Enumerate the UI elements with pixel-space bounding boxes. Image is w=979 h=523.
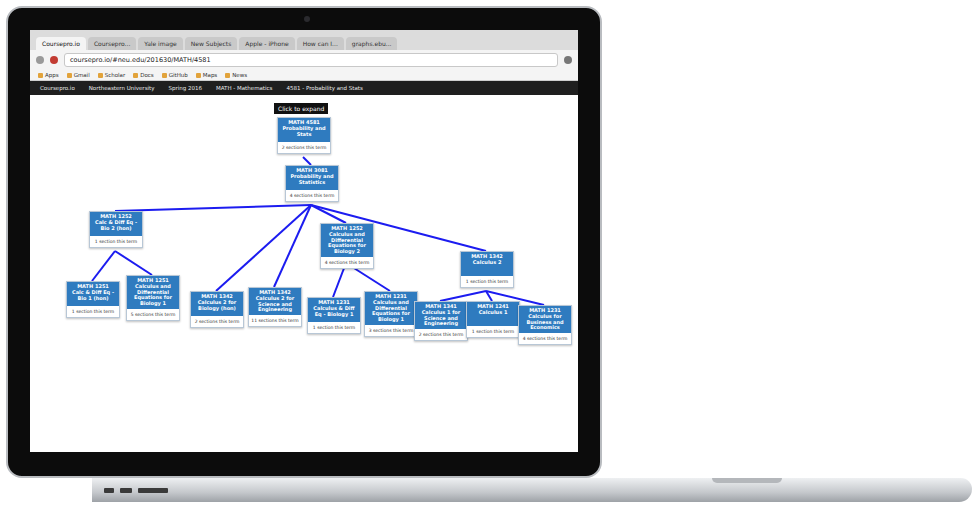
section-count: 4 sections this term — [286, 190, 338, 201]
section-count: 1 section this term — [308, 322, 360, 333]
section-count: 3 sections this term — [365, 325, 417, 336]
notch — [712, 478, 782, 483]
section-count: 2 sections this term — [191, 316, 243, 327]
folder-icon — [67, 73, 72, 78]
edge — [274, 205, 311, 287]
edge — [303, 157, 311, 165]
camera-icon — [304, 16, 310, 22]
app-header: Coursepro.io Northeastern University Sprin… — [30, 81, 578, 95]
section-count: 11 sections this term — [249, 315, 301, 326]
bookmark[interactable]: Scholar — [98, 72, 126, 78]
course-node[interactable]: MATH 1231Calculus & Diff Eq - Biology 11… — [307, 297, 361, 334]
course-node[interactable]: MATH 3081Probability and Statistics4 sec… — [285, 165, 339, 202]
folder-icon — [162, 73, 167, 78]
course-title: MATH 1252Calc & Diff Eq - Bio 2 (hon) — [90, 212, 142, 236]
course-node[interactable]: MATH 4581Probability and Stats2 sections… — [277, 117, 331, 154]
edge — [92, 251, 115, 281]
browser-tab[interactable]: graphs.ebu... — [346, 37, 398, 50]
course-title: MATH 4581Probability and Stats — [278, 118, 330, 142]
tab-strip: Coursepro.ioCoursepro...Yale imageNew Su… — [30, 30, 578, 50]
expand-banner[interactable]: Click to expand — [274, 103, 328, 114]
course-node[interactable]: MATH 1341Calculus 1 for Science and Engi… — [414, 301, 468, 341]
course-node[interactable]: MATH 1252Calc & Diff Eq - Bio 2 (hon)1 s… — [89, 211, 143, 248]
folder-icon — [196, 73, 201, 78]
breadcrumb[interactable]: Spring 2016 — [168, 85, 202, 91]
section-count: 5 sections this term — [127, 309, 179, 320]
bookmark[interactable]: Docs — [133, 72, 154, 78]
port-icon — [104, 488, 114, 493]
edge — [115, 205, 311, 211]
course-title: MATH 1251Calc & Diff Eq - Bio 1 (hon) — [67, 282, 119, 306]
course-title: MATH 1251Calculus and Differential Equat… — [127, 276, 179, 309]
bookmark[interactable]: Apps — [38, 72, 59, 78]
browser-tab[interactable]: Apple - iPhone — [239, 37, 294, 50]
course-node[interactable]: MATH 1342Calculus 2 for Science and Engi… — [248, 287, 302, 327]
folder-icon — [98, 73, 103, 78]
course-title: MATH 1231Calculus for Business and Econo… — [519, 306, 571, 333]
screen: Coursepro.ioCoursepro...Yale imageNew Su… — [30, 30, 578, 452]
course-title: MATH 3081Probability and Statistics — [286, 166, 338, 190]
course-title: MATH 1342Calculus 2 for Science and Engi… — [249, 288, 301, 315]
breadcrumb[interactable]: Northeastern University — [89, 85, 155, 91]
course-node[interactable]: MATH 1241Calculus 11 section this term — [466, 301, 520, 338]
section-count: 2 sections this term — [278, 142, 330, 153]
port-icon — [120, 488, 132, 493]
course-title: MATH 1231Calculus and Differential Equat… — [365, 292, 417, 325]
breadcrumb[interactable]: 4581 - Probability and Stats — [286, 85, 362, 91]
course-node[interactable]: MATH 1342Calculus 2 for Biology (hon)2 s… — [190, 291, 244, 328]
course-title: MATH 1342Calculus 2 — [461, 252, 513, 276]
laptop-base — [92, 478, 972, 502]
browser-tab[interactable]: Coursepro... — [88, 37, 136, 50]
course-node[interactable]: MATH 1231Calculus and Differential Equat… — [364, 291, 418, 337]
browser-tab[interactable]: Yale image — [138, 37, 182, 50]
bookmark[interactable]: News — [225, 72, 247, 78]
bookmark[interactable]: Gmail — [67, 72, 90, 78]
course-node[interactable]: MATH 1252Calculus and Differential Equat… — [320, 223, 374, 269]
address-row: coursepro.io/#neu.edu/201630/MATH/4581 — [30, 50, 578, 70]
stop-icon[interactable] — [50, 56, 58, 64]
browser-tab[interactable]: Coursepro.io — [36, 37, 86, 50]
diagram-canvas: Click to expand MATH 4581Probability and … — [30, 95, 578, 452]
section-count: 2 sections this term — [415, 329, 467, 340]
section-count: 4 sections this term — [321, 257, 373, 268]
browser-tab[interactable]: New Subjects — [185, 37, 238, 50]
course-title: MATH 1231Calculus & Diff Eq - Biology 1 — [308, 298, 360, 322]
page: Coursepro.ioCoursepro...Yale imageNew Su… — [0, 0, 979, 523]
section-count: 1 section this term — [90, 236, 142, 247]
course-title: MATH 1341Calculus 1 for Science and Engi… — [415, 302, 467, 329]
section-count: 1 section this term — [461, 276, 513, 287]
course-title: MATH 1342Calculus 2 for Biology (hon) — [191, 292, 243, 316]
folder-icon — [38, 73, 43, 78]
address-field[interactable]: coursepro.io/#neu.edu/201630/MATH/4581 — [64, 53, 558, 67]
folder-icon — [225, 73, 230, 78]
bookmarks-bar: Apps Gmail Scholar Docs GitHub Maps News — [30, 70, 578, 81]
course-title: MATH 1241Calculus 1 — [467, 302, 519, 326]
bookmark[interactable]: Maps — [196, 72, 217, 78]
course-node[interactable]: MATH 1251Calculus and Differential Equat… — [126, 275, 180, 321]
edge — [311, 205, 346, 223]
browser-tab[interactable]: How can I... — [297, 37, 344, 50]
course-node[interactable]: MATH 1231Calculus for Business and Econo… — [518, 305, 572, 345]
breadcrumb[interactable]: MATH - Mathematics — [216, 85, 273, 91]
edge — [440, 291, 486, 301]
folder-icon — [133, 73, 138, 78]
edge — [216, 205, 311, 291]
section-count: 4 sections this term — [519, 333, 571, 344]
menu-icon[interactable] — [564, 56, 572, 64]
breadcrumb[interactable]: Coursepro.io — [40, 85, 75, 91]
edge — [115, 251, 152, 275]
course-node[interactable]: MATH 1251Calc & Diff Eq - Bio 1 (hon)1 s… — [66, 281, 120, 318]
laptop-lid: Coursepro.ioCoursepro...Yale imageNew Su… — [6, 6, 602, 478]
back-icon[interactable] — [36, 56, 44, 64]
section-count: 1 section this term — [467, 326, 519, 337]
course-node[interactable]: MATH 1342Calculus 21 section this term — [460, 251, 514, 288]
port-icon — [138, 488, 168, 493]
course-title: MATH 1252Calculus and Differential Equat… — [321, 224, 373, 257]
section-count: 1 section this term — [67, 306, 119, 317]
bookmark[interactable]: GitHub — [162, 72, 188, 78]
